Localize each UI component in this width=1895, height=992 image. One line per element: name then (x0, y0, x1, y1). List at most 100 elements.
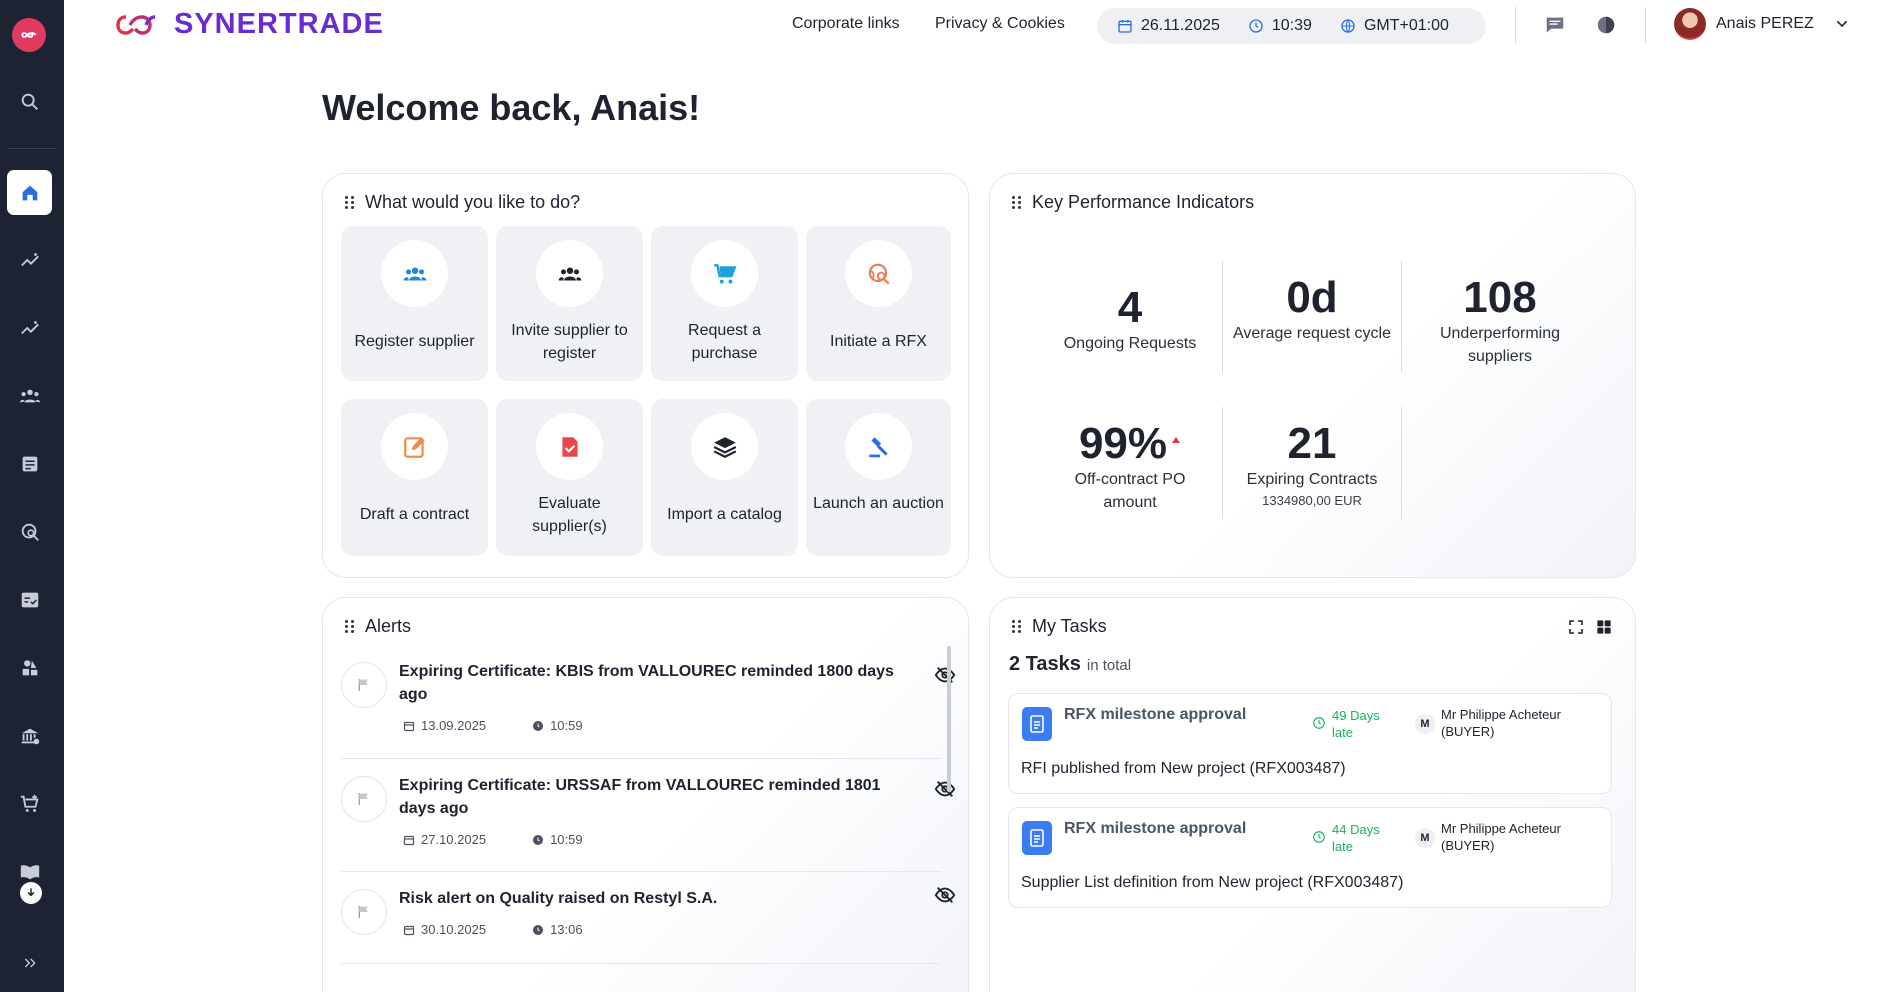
messages-icon[interactable] (1543, 13, 1567, 37)
users-icon (536, 240, 603, 307)
home-icon[interactable] (7, 170, 52, 215)
alert-meta: 30.10.2025 13:06 (403, 922, 583, 937)
card-title: My Tasks (1032, 616, 1107, 636)
alert-item[interactable]: Risk alert on Quality raised on Restyl S… (341, 871, 956, 963)
analytics-icon[interactable] (7, 237, 52, 282)
alerts-scrollbar[interactable] (947, 646, 951, 792)
hide-alert-icon[interactable] (934, 884, 956, 906)
suppliers-icon[interactable] (7, 373, 52, 418)
request-purchase-button[interactable]: Request a purchase (651, 226, 798, 381)
tasks-card: My Tasks 2 Tasks in total RFX milestone … (989, 597, 1636, 992)
download-icon[interactable] (20, 882, 42, 904)
privacy-cookies-link[interactable]: Privacy & Cookies (935, 15, 1065, 33)
alert-date: 13.09.2025 (421, 718, 487, 733)
kpi-label: Ongoing Requests (1063, 335, 1197, 352)
header-divider (1645, 7, 1646, 44)
flag-icon (341, 776, 387, 822)
alert-time: 10:59 (550, 832, 583, 847)
timezone-value: GMT+01:00 (1363, 17, 1449, 34)
task-title: RFX milestone approval (1064, 820, 1247, 837)
corporate-links-link[interactable]: Corporate links (792, 15, 900, 33)
analytics-icon[interactable] (7, 305, 52, 350)
hide-alert-icon[interactable] (934, 778, 956, 800)
register-supplier-button[interactable]: Register supplier (341, 226, 488, 381)
kpi-average-request-cycle[interactable]: 0d Average request cycle (1232, 274, 1392, 345)
kpi-value: 99% (1078, 419, 1168, 468)
flag-icon (341, 889, 387, 935)
assignee-name: Mr Philippe Acheteur (1441, 821, 1561, 836)
kpi-value: 21 (1287, 419, 1337, 468)
brand-name: SYNERTRADE (174, 8, 384, 40)
sidebar (0, 0, 64, 992)
evaluation-icon[interactable] (7, 577, 52, 622)
alert-item[interactable]: Expiring Certificate: KBIS from VALLOURE… (341, 644, 956, 754)
draft-contract-button[interactable]: Draft a contract (341, 399, 488, 556)
task-description: Supplier List definition from New projec… (1021, 874, 1404, 891)
contracts-icon[interactable] (7, 441, 52, 486)
search-icon[interactable] (7, 79, 52, 124)
kpi-underperforming-suppliers[interactable]: 108 Underperforming suppliers (1410, 274, 1590, 368)
task-card[interactable]: RFX milestone approval 49 Days late M Mr… (1008, 693, 1612, 794)
task-description: RFI published from New project (RFX00348… (1021, 760, 1346, 777)
action-label: Invite supplier to register (511, 322, 628, 362)
finance-icon[interactable] (7, 713, 52, 758)
drag-handle-icon[interactable] (1012, 195, 1022, 210)
timezone-display: GMT+01:00 (1340, 17, 1449, 35)
calendar-icon (403, 835, 415, 845)
globe-icon (1341, 19, 1355, 33)
kpi-value: 4 (1117, 283, 1143, 332)
launch-auction-button[interactable]: Launch an auction (806, 399, 951, 556)
initiate-rfx-button[interactable]: Initiate a RFX (806, 226, 951, 381)
drag-handle-icon[interactable] (1012, 619, 1022, 634)
kpi-label: Expiring Contracts (1246, 471, 1378, 488)
app-logo-icon[interactable] (12, 18, 46, 52)
theme-toggle-icon[interactable] (1594, 13, 1618, 37)
purchase-cart-icon[interactable] (7, 781, 52, 826)
action-label: Draft a contract (359, 506, 470, 523)
kpi-expiring-contracts[interactable]: 21 Expiring Contracts 1334980,00 EUR (1232, 419, 1392, 509)
kpi-off-contract-po[interactable]: 99% Off-contract PO amount (1050, 420, 1210, 514)
fullscreen-icon[interactable] (1568, 619, 1584, 635)
kpi-label: Average request cycle (1232, 325, 1391, 342)
gavel-icon (845, 413, 912, 480)
grid-view-icon[interactable] (1596, 619, 1612, 635)
task-card[interactable]: RFX milestone approval 44 Days late M Mr… (1008, 807, 1612, 908)
brand-mark-icon (116, 14, 156, 35)
brand-logo[interactable]: SYNERTRADE (110, 8, 384, 41)
kpi-card: Key Performance Indicators 4 Ongoing Req… (989, 173, 1636, 578)
invite-supplier-button[interactable]: Invite supplier to register (496, 226, 643, 381)
card-title: Key Performance Indicators (1032, 192, 1255, 212)
evaluate-suppliers-button[interactable]: Evaluate supplier(s) (496, 399, 643, 556)
user-menu[interactable]: Anais PEREZ (1674, 8, 1850, 40)
kpi-divider (1401, 407, 1402, 519)
hide-alert-icon[interactable] (934, 664, 956, 686)
alert-date: 30.10.2025 (421, 922, 487, 937)
flag-icon (341, 662, 387, 708)
trend-up-icon (1172, 437, 1181, 443)
kpi-ongoing-requests[interactable]: 4 Ongoing Requests (1050, 284, 1210, 355)
actions-card: What would you like to do? Register supp… (322, 173, 969, 578)
assignee-initial-badge: M (1415, 828, 1435, 848)
task-assignee: M Mr Philippe Acheteur (BUYER) (1415, 706, 1561, 740)
import-catalog-button[interactable]: Import a catalog (651, 399, 798, 556)
kpi-divider (1222, 261, 1223, 373)
expand-sidebar-icon[interactable] (7, 940, 52, 985)
alert-title: Expiring Certificate: URSSAF from VALLOU… (399, 777, 881, 817)
drag-handle-icon[interactable] (345, 195, 355, 210)
drag-handle-icon[interactable] (345, 619, 355, 634)
sourcing-icon[interactable] (7, 509, 52, 554)
alert-item[interactable]: Expiring Certificate: URSSAF from VALLOU… (341, 758, 956, 868)
clock-icon (1249, 19, 1263, 33)
catalog-icon[interactable] (7, 645, 52, 690)
header-divider (1515, 7, 1516, 44)
layers-icon (691, 413, 758, 480)
card-header: Key Performance Indicators (1012, 192, 1254, 213)
document-icon (1022, 821, 1052, 855)
action-label: Import a catalog (667, 506, 782, 523)
alert-date: 27.10.2025 (421, 832, 487, 847)
chevron-down-icon (1836, 20, 1848, 28)
clock-icon (1313, 831, 1325, 843)
clock-icon (533, 834, 544, 845)
search-globe-icon (845, 240, 912, 307)
action-label: Evaluate supplier(s) (532, 495, 607, 535)
